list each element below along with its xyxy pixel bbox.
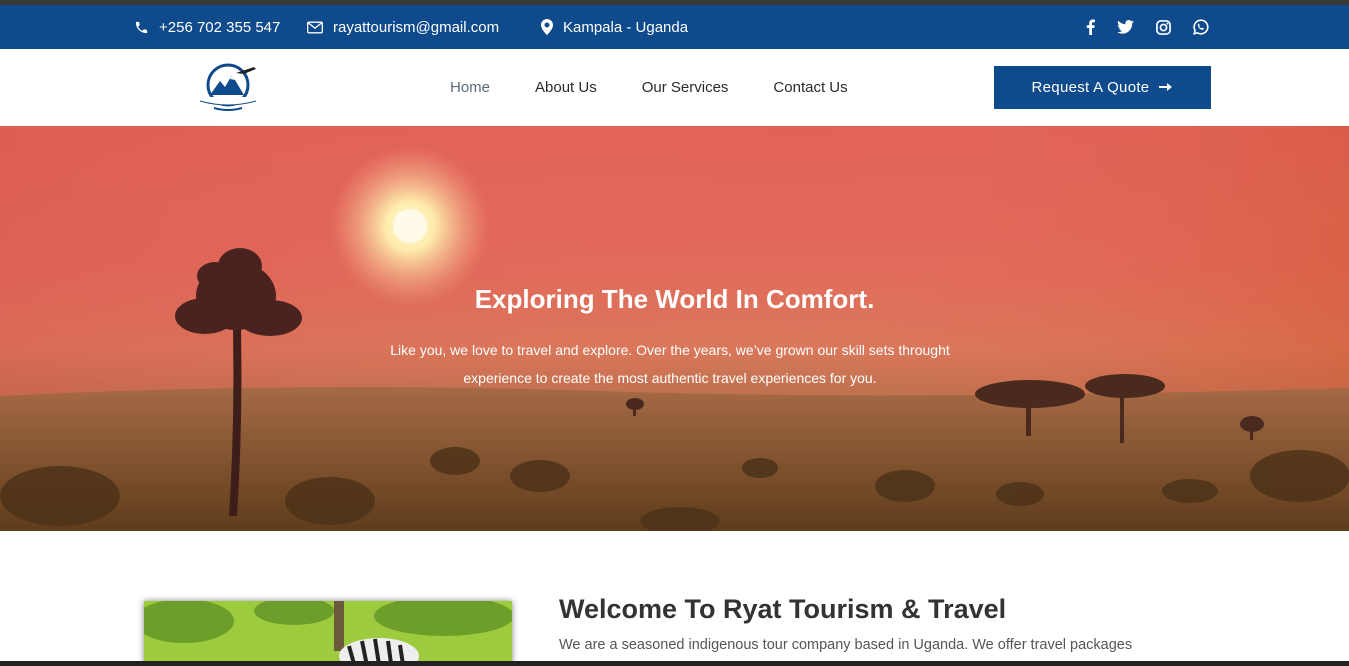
arrow-right-icon: [1159, 79, 1173, 96]
main-navbar: Home About Us Our Services Contact Us Re…: [0, 49, 1349, 126]
phone-text: +256 702 355 547: [159, 18, 281, 36]
savanna-sunset-image: [0, 126, 1349, 531]
hero-description: Like you, we love to travel and explore.…: [390, 342, 950, 386]
welcome-title: Welcome To Ryat Tourism & Travel: [559, 594, 1007, 624]
email-contact[interactable]: rayattourism@gmail.com: [307, 5, 499, 49]
envelope-icon: [307, 21, 323, 34]
phone-icon: [134, 20, 149, 35]
logo[interactable]: [192, 61, 264, 115]
nav-item-contact-us[interactable]: Contact Us: [773, 79, 847, 96]
twitter-icon[interactable]: [1117, 20, 1134, 34]
map-pin-icon: [541, 19, 553, 35]
email-text: rayattourism@gmail.com: [333, 18, 500, 36]
request-quote-button[interactable]: Request A Quote: [994, 66, 1211, 109]
nav-item-about-us[interactable]: About Us: [535, 79, 597, 96]
welcome-text: We are a seasoned indigenous tour compan…: [559, 637, 1133, 653]
phone-contact[interactable]: +256 702 355 547: [134, 5, 280, 49]
social-links: [1086, 5, 1209, 49]
location-text: Kampala - Uganda: [563, 18, 689, 36]
whatsapp-icon[interactable]: [1193, 19, 1209, 35]
request-quote-label: Request A Quote: [1031, 79, 1150, 96]
hero-banner: Exploring The World In Comfort. Like you…: [0, 126, 1349, 531]
instagram-icon[interactable]: [1156, 19, 1171, 35]
nav-menu: Home About Us Our Services Contact Us: [450, 49, 893, 126]
location-contact: Kampala - Uganda: [541, 5, 688, 49]
zebra-photo: [144, 601, 512, 666]
hero-title: Exploring The World In Comfort.: [474, 284, 875, 314]
nav-item-home[interactable]: Home: [450, 79, 490, 96]
nav-item-our-services[interactable]: Our Services: [642, 79, 729, 96]
facebook-icon[interactable]: [1086, 19, 1095, 35]
browser-bottom-strip: [0, 661, 1349, 666]
contact-topbar: +256 702 355 547 rayattourism@gmail.com …: [0, 5, 1349, 49]
